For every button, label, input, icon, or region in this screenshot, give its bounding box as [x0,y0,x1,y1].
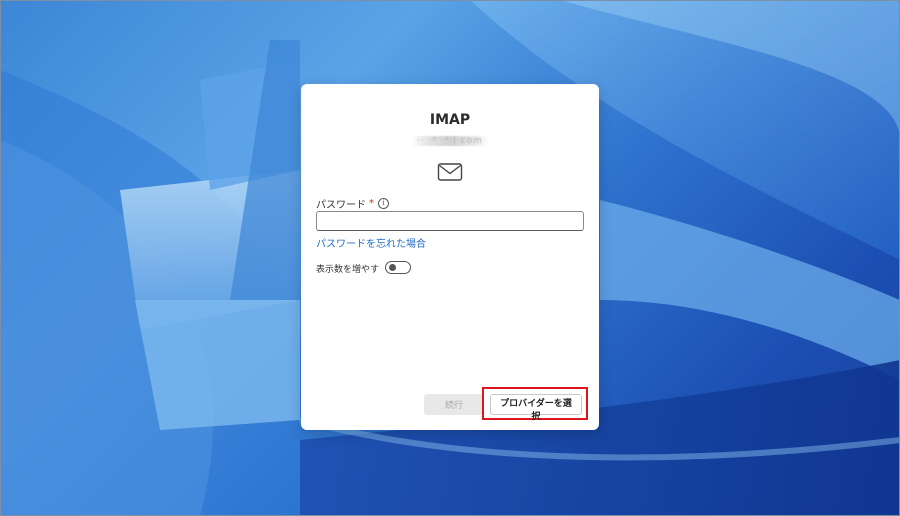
account-email-text: ·· ·ᵍ ·ᵃ·l·com [411,136,489,146]
imap-sign-in-dialog: IMAP ·· ·ᵍ ·ᵃ·l·com パスワード * i パスワードを忘れた場… [301,84,599,430]
account-email: ·· ·ᵍ ·ᵃ·l·com [301,136,599,146]
show-more-label: 表示数を増やす [316,265,380,275]
toggle-knob [389,264,396,271]
dialog-title: IMAP [429,112,471,128]
required-marker: * [369,198,374,209]
password-input[interactable] [316,211,584,231]
choose-provider-button[interactable]: プロバイダーを選択 [490,394,582,422]
password-label: パスワード * i [316,196,389,211]
continue-button[interactable]: 続行 [424,394,484,415]
show-more-toggle[interactable] [385,261,411,274]
forgot-password-link[interactable]: パスワードを忘れた場合 [316,235,426,250]
info-icon[interactable]: i [378,198,389,209]
password-label-text: パスワード [316,200,366,211]
mail-icon [437,163,463,181]
